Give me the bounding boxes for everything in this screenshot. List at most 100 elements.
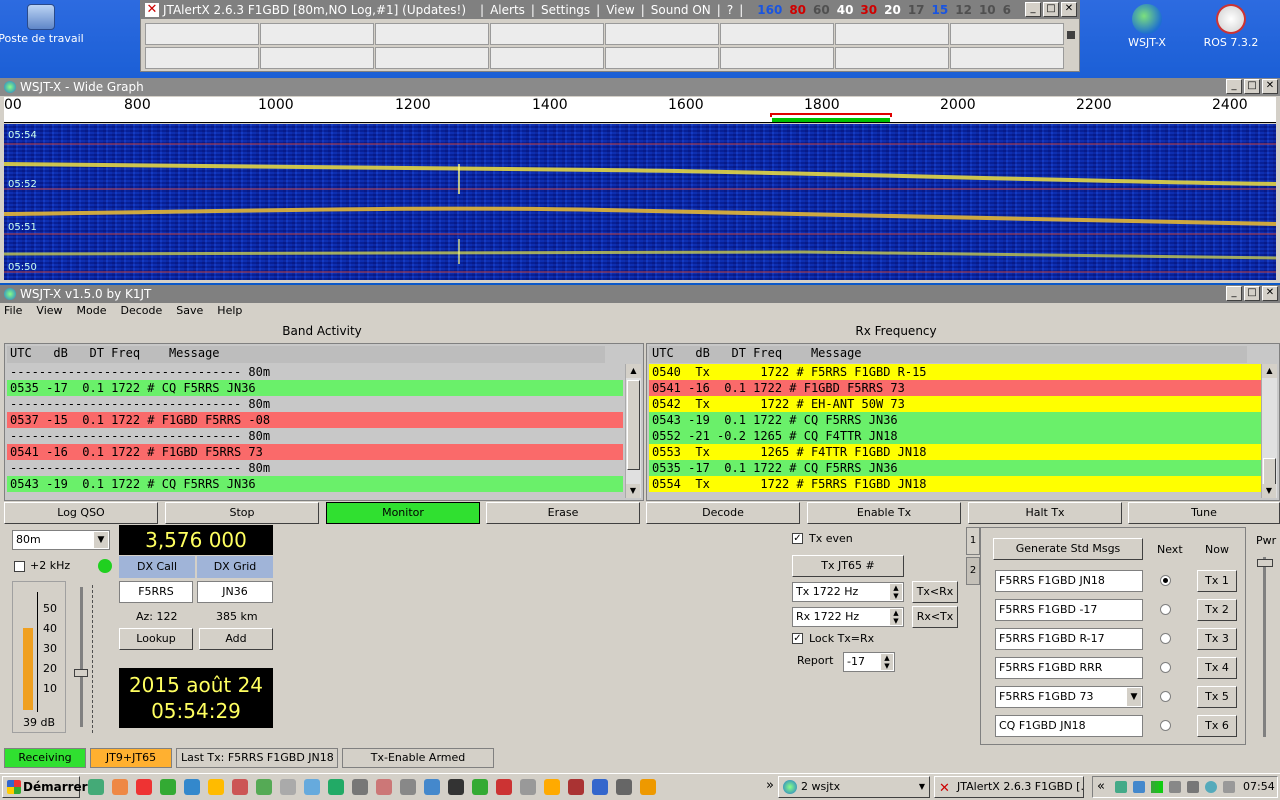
- band-select[interactable]: 80m ▼: [12, 530, 110, 550]
- callsign-cell[interactable]: [145, 23, 259, 45]
- rx-row[interactable]: 0543 -19 0.1 1722 # CQ F5RRS JN36: [649, 412, 1261, 428]
- chevron-down-icon[interactable]: ▼: [1127, 688, 1141, 706]
- tx-frequency-field[interactable]: Tx 1722 Hz ▲ ▼: [792, 582, 904, 602]
- menu-save[interactable]: Save: [176, 304, 203, 317]
- task-jtalert-button[interactable]: ✕ JTAlertX 2.6.3 F1GBD [...: [934, 776, 1084, 798]
- dx-grid-field[interactable]: JN36: [197, 581, 273, 603]
- quicklaunch-icon[interactable]: [280, 779, 296, 795]
- scroll-down-icon[interactable]: ▼: [626, 484, 640, 498]
- menu-view[interactable]: View: [36, 304, 62, 317]
- quicklaunch-icon[interactable]: [208, 779, 224, 795]
- band-indicator[interactable]: 17: [908, 3, 925, 17]
- monitor-button[interactable]: Monitor: [326, 502, 480, 524]
- close-button[interactable]: ✕: [1262, 79, 1278, 94]
- callsign-cell[interactable]: [490, 47, 604, 69]
- tray-expand-icon[interactable]: «: [1097, 779, 1105, 794]
- tx4-next-radio[interactable]: [1160, 662, 1171, 673]
- tx5-now-button[interactable]: Tx 5: [1197, 686, 1237, 708]
- quicklaunch-icon[interactable]: [88, 779, 104, 795]
- slider-thumb[interactable]: [74, 669, 88, 677]
- spinner-icon[interactable]: ▲ ▼: [890, 584, 902, 600]
- tx4-message-field[interactable]: F5RRS F1GBD RRR: [995, 657, 1143, 679]
- menu-mode[interactable]: Mode: [77, 304, 107, 317]
- log-qso-button[interactable]: Log QSO: [4, 502, 158, 524]
- rx-row[interactable]: 0552 -21 -0.2 1265 # CQ F4TTR JN18: [649, 428, 1261, 444]
- quicklaunch-icon[interactable]: [256, 779, 272, 795]
- quicklaunch-icon[interactable]: [304, 779, 320, 795]
- quicklaunch-icon[interactable]: [424, 779, 440, 795]
- tx2-next-radio[interactable]: [1160, 604, 1171, 615]
- task-group-button[interactable]: 2 wsjtx ▼: [778, 776, 930, 798]
- scroll-down-icon[interactable]: ▼: [1262, 484, 1276, 498]
- decode-row[interactable]: 0543 -19 0.1 1722 # CQ F5RRS JN36: [7, 476, 623, 492]
- tray-speaker-icon[interactable]: [1223, 781, 1235, 793]
- tx6-next-radio[interactable]: [1160, 720, 1171, 731]
- maximize-button[interactable]: □: [1244, 286, 1260, 301]
- quicklaunch-icon[interactable]: [160, 779, 176, 795]
- decode-row[interactable]: 0541 -16 0.1 1722 # F1GBD F5RRS 73: [7, 444, 623, 460]
- quicklaunch-icon[interactable]: [136, 779, 152, 795]
- callsign-cell[interactable]: [375, 23, 489, 45]
- slider-thumb[interactable]: [1257, 559, 1273, 567]
- waterfall[interactable]: 05:54 05:52 05:51 05:50: [4, 124, 1276, 280]
- menu-alerts[interactable]: Alerts: [490, 3, 525, 17]
- callsign-cell[interactable]: [950, 23, 1064, 45]
- jtalert-titlebar[interactable]: ✕ JTAlertX 2.6.3 F1GBD [80m,NO Log,#1] (…: [141, 1, 1079, 19]
- callsign-cell[interactable]: [605, 47, 719, 69]
- desktop-icon-ros[interactable]: ROS 7.3.2: [1186, 4, 1276, 49]
- decode-row[interactable]: 0537 -15 0.1 1722 # F1GBD F5RRS -08: [7, 412, 623, 428]
- main-titlebar[interactable]: WSJT-X v1.5.0 by K1JT _ □ ✕: [0, 285, 1280, 303]
- quicklaunch-icon[interactable]: [568, 779, 584, 795]
- tx1-message-field[interactable]: F5RRS F1GBD JN18: [995, 570, 1143, 592]
- menu-view[interactable]: View: [606, 3, 634, 17]
- band-activity-list[interactable]: -------------------------------- 80m 0535…: [7, 364, 623, 492]
- rx-row[interactable]: 0553 Tx 1265 # F4TTR F1GBD JN18: [649, 444, 1261, 460]
- band-indicator[interactable]: 60: [813, 3, 830, 17]
- band-indicator[interactable]: 6: [1003, 3, 1011, 17]
- spinner-icon[interactable]: ▲ ▼: [890, 609, 902, 625]
- lock-txrx-checkbox[interactable]: ✓: [792, 633, 803, 644]
- decode-row[interactable]: -------------------------------- 80m: [7, 428, 623, 444]
- scroll-up-icon[interactable]: ▲: [1262, 364, 1277, 378]
- dx-call-field[interactable]: F5RRS: [119, 581, 193, 603]
- report-field[interactable]: -17 ▲ ▼: [843, 652, 895, 672]
- decode-row[interactable]: -------------------------------- 80m: [7, 396, 623, 412]
- tx-mode-button[interactable]: Tx JT65 #: [792, 555, 904, 577]
- generate-std-msgs-button[interactable]: Generate Std Msgs: [993, 538, 1143, 560]
- decode-row[interactable]: -------------------------------- 80m: [7, 364, 623, 380]
- callsign-cell[interactable]: [835, 47, 949, 69]
- tray-clock[interactable]: 07:54: [1243, 780, 1275, 793]
- tx3-message-field[interactable]: F5RRS F1GBD R-17: [995, 628, 1143, 650]
- scroll-thumb[interactable]: [627, 380, 640, 470]
- tx6-now-button[interactable]: Tx 6: [1197, 715, 1237, 737]
- tray-monitor-icon[interactable]: [1187, 781, 1199, 793]
- tx1-now-button[interactable]: Tx 1: [1197, 570, 1237, 592]
- menu-settings[interactable]: Settings: [541, 3, 590, 17]
- tx-even-checkbox[interactable]: ✓: [792, 533, 803, 544]
- decode-row[interactable]: -------------------------------- 80m: [7, 460, 623, 476]
- rx-frequency-list[interactable]: 0540 Tx 1722 # F5RRS F1GBD R-15 0541 -16 …: [649, 364, 1261, 492]
- band-indicator[interactable]: 15: [932, 3, 949, 17]
- quicklaunch-more-icon[interactable]: »: [766, 778, 774, 793]
- menu-help[interactable]: Help: [217, 304, 242, 317]
- callsign-cell[interactable]: [375, 47, 489, 69]
- tx6-message-field[interactable]: CQ F1GBD JN18: [995, 715, 1143, 737]
- stop-button[interactable]: Stop: [165, 502, 319, 524]
- band-indicator[interactable]: 10: [979, 3, 996, 17]
- menu-file[interactable]: File: [4, 304, 22, 317]
- tx-lt-rx-button[interactable]: Tx<Rx: [912, 581, 958, 603]
- quicklaunch-icon[interactable]: [232, 779, 248, 795]
- frequency-scale[interactable]: 00 800 1000 1200 1400 1600 1800 2000 220…: [4, 97, 1276, 123]
- callsign-cell[interactable]: [260, 47, 374, 69]
- tx2-now-button[interactable]: Tx 2: [1197, 599, 1237, 621]
- rx-frequency-scrollbar[interactable]: ▲ ▼: [1261, 364, 1277, 498]
- rx-row[interactable]: 0554 Tx 1722 # F5RRS F1GBD JN18: [649, 476, 1261, 492]
- plus2khz-checkbox[interactable]: [14, 561, 25, 572]
- rx-lt-tx-button[interactable]: Rx<Tx: [912, 606, 958, 628]
- band-indicator[interactable]: 30: [860, 3, 877, 17]
- quicklaunch-icon[interactable]: [544, 779, 560, 795]
- desktop-icon-my-computer[interactable]: Poste de travail: [0, 4, 86, 45]
- quicklaunch-icon[interactable]: [352, 779, 368, 795]
- callsign-cell[interactable]: [720, 23, 834, 45]
- tx3-now-button[interactable]: Tx 3: [1197, 628, 1237, 650]
